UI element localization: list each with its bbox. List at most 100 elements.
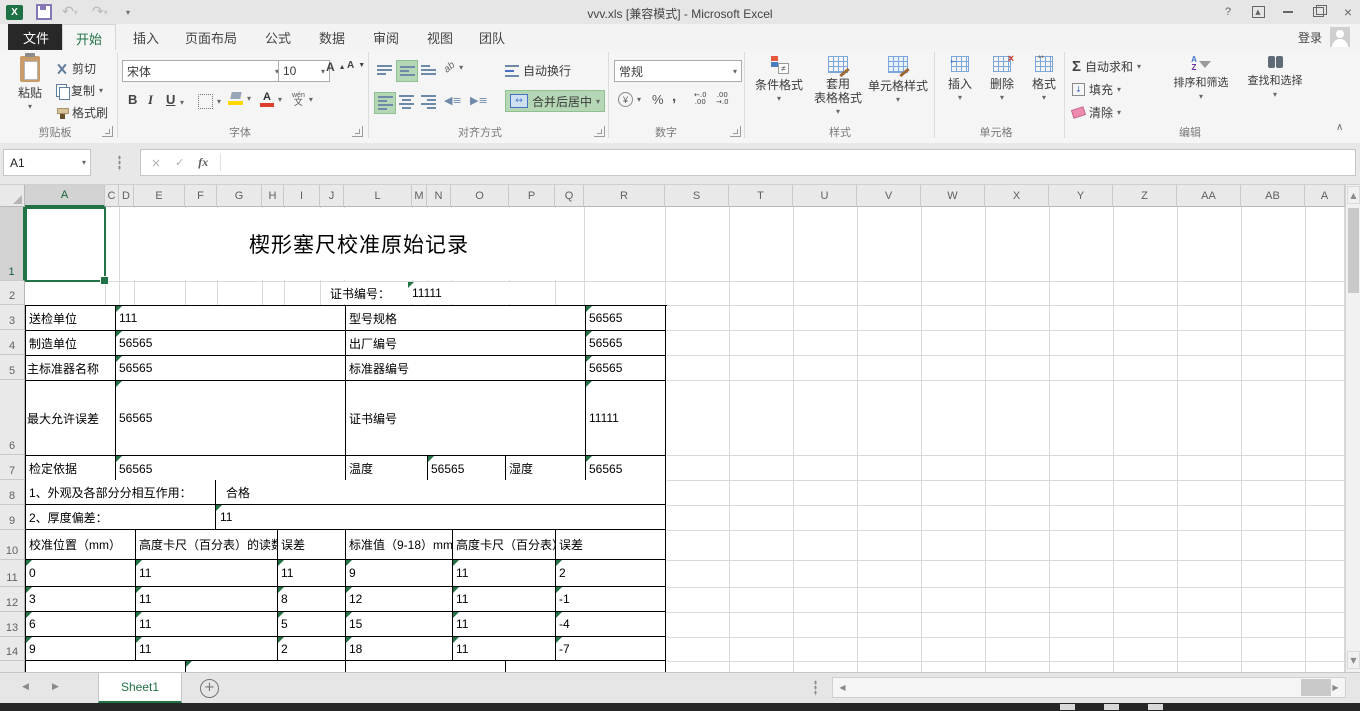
column-header-P[interactable]: P (509, 185, 555, 207)
row-header-4[interactable]: 4 (0, 330, 25, 355)
column-header-A[interactable]: A (25, 185, 105, 207)
number-dialog-launcher[interactable] (730, 126, 741, 137)
sort-filter-button[interactable]: AZ 排序和筛选 ▾ (1168, 56, 1234, 104)
cell-r5-l2[interactable]: 标准器编号 (346, 356, 586, 381)
cal-cell-r13-c4[interactable]: 15 (346, 612, 453, 637)
column-header-V[interactable]: V (857, 185, 921, 207)
row-header-9[interactable]: 9 (0, 505, 25, 530)
cal-header-cell[interactable]: 校准位置（mm） (26, 530, 136, 560)
column-header-Z[interactable]: Z (1113, 185, 1177, 207)
row-header-11[interactable]: 11 (0, 560, 25, 587)
cell-r4-l2[interactable]: 出厂编号 (346, 331, 586, 356)
cell-r15-c1[interactable] (26, 661, 186, 672)
cal-header-cell[interactable]: 高度卡尺（百分表）的读数 (136, 530, 278, 560)
alignment-dialog-launcher[interactable] (594, 126, 605, 137)
cell-r15-c4[interactable] (506, 661, 666, 672)
cell-r3-v1[interactable]: 111 (116, 306, 346, 331)
row-header-3[interactable]: 3 (0, 305, 25, 330)
column-header-Q[interactable]: Q (555, 185, 584, 207)
tab-view[interactable]: 视图 (414, 24, 466, 50)
cal-cell-r14-c3[interactable]: 2 (278, 637, 346, 661)
avatar[interactable] (1330, 27, 1350, 47)
column-header-C[interactable]: C (105, 185, 119, 207)
scroll-left-icon[interactable]: ◀ (834, 679, 851, 696)
cell-r6-l2[interactable]: 证书编号 (346, 381, 586, 456)
cell-title[interactable]: 楔形塞尺校准原始记录 (134, 208, 584, 280)
column-header-D[interactable]: D (119, 185, 134, 207)
scroll-right-icon[interactable]: ▶ (1327, 679, 1344, 696)
fill-button[interactable]: ↓填充▾ (1072, 81, 1121, 98)
shrink-font-button[interactable]: A▼ (347, 60, 365, 71)
column-header-AA[interactable]: AA (1177, 185, 1241, 207)
column-header-H[interactable]: H (262, 185, 284, 207)
row-header-10[interactable]: 10 (0, 530, 25, 560)
row-header-5[interactable]: 5 (0, 355, 25, 380)
cell-r3-l1[interactable]: 送检单位 (26, 306, 116, 331)
bold-button[interactable]: B (128, 92, 137, 107)
sheet-nav-left-icon[interactable]: ◀ (22, 682, 29, 692)
phonetic-button[interactable]: wén文▾ (292, 92, 313, 106)
increase-decimal-button[interactable]: ←.0.00 (694, 92, 707, 106)
row-header-15[interactable] (0, 661, 25, 672)
cal-cell-r13-c5[interactable]: 11 (453, 612, 556, 637)
cal-cell-r13-c3[interactable]: 5 (278, 612, 346, 637)
column-header-L[interactable]: L (344, 185, 412, 207)
formula-bar-resize-handle[interactable] (118, 155, 121, 171)
cal-cell-r14-c4[interactable]: 18 (346, 637, 453, 661)
cell-r7-v1[interactable]: 56565 (116, 456, 346, 482)
borders-button[interactable]: ▾ (198, 94, 221, 109)
delete-cells-button[interactable]: × 删除 ▾ (984, 56, 1020, 105)
cell-r15-c3[interactable] (346, 661, 506, 672)
cell-r3-l2[interactable]: 型号规格 (346, 306, 586, 331)
cell-r6-l1[interactable]: 最大允许误差 (26, 381, 116, 456)
accounting-format-button[interactable]: ¥▾ (618, 92, 641, 107)
cell-cert-label[interactable]: 证书编号： (330, 282, 408, 304)
row-header-14[interactable]: 14 (0, 637, 25, 661)
find-select-button[interactable]: 查找和选择 ▾ (1240, 56, 1310, 102)
sheet-tab-active[interactable]: Sheet1 (98, 673, 182, 703)
cell-r4-v2[interactable]: 56565 (586, 331, 666, 356)
cell-r7-l1[interactable]: 检定依据 (26, 456, 116, 482)
decrease-indent-button[interactable]: ◀≡ (444, 94, 462, 107)
cal-cell-r11-c6[interactable]: 2 (556, 560, 666, 587)
format-as-table-button[interactable]: 套用 表格格式 ▾ (812, 56, 864, 119)
cal-cell-r14-c1[interactable]: 9 (26, 637, 136, 661)
cal-cell-r11-c4[interactable]: 9 (346, 560, 453, 587)
align-center-button[interactable] (396, 92, 416, 112)
row-header-12[interactable]: 12 (0, 587, 25, 612)
column-header-M[interactable]: M (412, 185, 427, 207)
fx-icon[interactable]: fx (198, 155, 208, 170)
cal-cell-r13-c1[interactable]: 6 (26, 612, 136, 637)
column-header-J[interactable]: J (320, 185, 344, 207)
cal-cell-r11-c2[interactable]: 11 (136, 560, 278, 587)
select-all-corner[interactable] (0, 185, 25, 207)
fill-handle[interactable] (100, 276, 109, 285)
cell-r8-value[interactable]: 合格 (216, 480, 666, 505)
wrap-text-button[interactable]: 自动换行 (505, 62, 571, 79)
cut-button[interactable]: 剪切 (56, 60, 96, 77)
cell-r5-l1[interactable]: 主标准器名称 (26, 356, 116, 381)
percent-button[interactable]: % (652, 92, 664, 107)
cell-r7-v2[interactable]: 56565 (428, 456, 506, 482)
underline-button[interactable]: U (166, 92, 175, 107)
cancel-entry-icon[interactable]: × (151, 156, 161, 170)
cal-header-cell[interactable]: 高度卡尺（百分表） (453, 530, 556, 560)
cal-cell-r12-c1[interactable]: 3 (26, 587, 136, 612)
cal-cell-r14-c2[interactable]: 11 (136, 637, 278, 661)
align-middle-button[interactable] (396, 60, 418, 82)
confirm-entry-icon[interactable]: ✓ (175, 156, 184, 169)
cell-r6-v2[interactable]: 11111 (586, 381, 666, 456)
font-name-combo[interactable]: 宋体▾ (122, 60, 284, 82)
horizontal-scrollbar[interactable]: ◀ ▶ (832, 677, 1346, 698)
cal-cell-r12-c6[interactable]: -1 (556, 587, 666, 612)
row-header-7[interactable]: 7 (0, 455, 25, 480)
spreadsheet-grid[interactable]: 楔形塞尺校准原始记录 证书编号： 11111 送检单位 111 型号规格 565… (0, 185, 1345, 672)
close-icon[interactable]: × (1336, 3, 1360, 21)
column-header-AB[interactable]: AB (1241, 185, 1305, 207)
cal-cell-r14-c6[interactable]: -7 (556, 637, 666, 661)
increase-indent-button[interactable]: ▶≡ (470, 94, 488, 107)
cell-r5-v2[interactable]: 56565 (586, 356, 666, 381)
merge-center-button[interactable]: ↔ 合并后居中▾ (505, 90, 605, 112)
align-right-button[interactable] (418, 92, 438, 112)
font-color-button[interactable]: A▾ (260, 92, 282, 107)
